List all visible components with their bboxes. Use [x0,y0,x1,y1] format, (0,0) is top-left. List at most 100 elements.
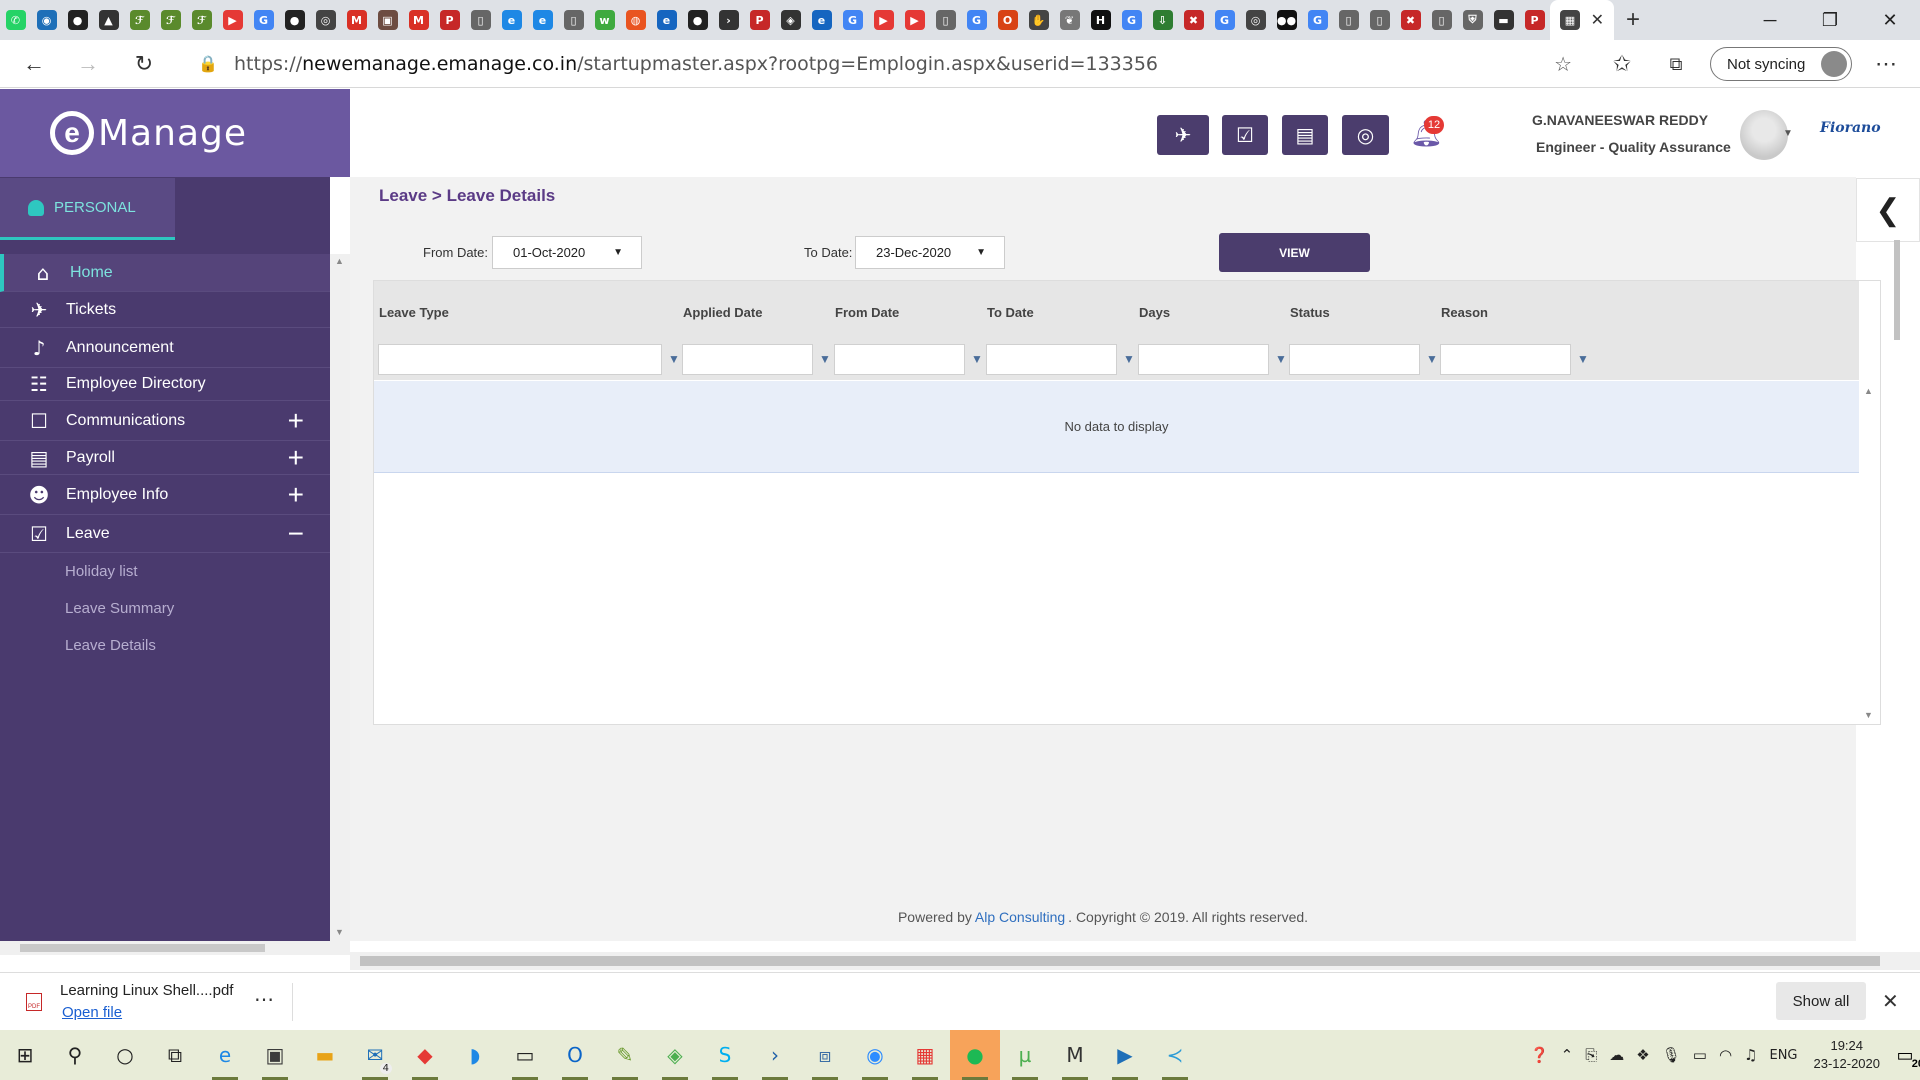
sidebar-scrollbar[interactable]: ▲ ▼ [330,254,350,941]
usb-icon[interactable]: ⎘ [1585,1046,1597,1064]
battery-icon[interactable]: ▭ [1693,1046,1707,1064]
browser-tab[interactable]: ✖ [1178,0,1209,40]
taskbar-search-button[interactable]: ⚲ [50,1030,100,1080]
scroll-down-icon[interactable]: ▼ [1864,710,1873,720]
browser-tab[interactable]: ◈ [775,0,806,40]
browser-tab[interactable]: ✆ [0,0,31,40]
column-header[interactable]: Applied Date [683,305,762,320]
page-hscrollbar[interactable] [350,952,1920,970]
page-hscroll-thumb[interactable] [360,956,1880,966]
clock[interactable]: 19:24 23-12-2020 [1814,1037,1881,1073]
taskbar-spotify-button[interactable]: ● [950,1030,1000,1080]
taskbar-outlook-button[interactable]: O [550,1030,600,1080]
refresh-icon[interactable]: ↻ [128,48,160,80]
expand-icon[interactable]: + [288,442,304,474]
filter-icon[interactable]: ▼ [1275,352,1287,366]
volume-icon[interactable]: ♫ [1744,1046,1757,1064]
browser-tab[interactable]: ℱ [186,0,217,40]
browser-tab[interactable]: O [992,0,1023,40]
to-date-picker[interactable]: 23-Dec-2020 ▼ [855,236,1005,269]
minimize-icon[interactable]: ─ [1740,0,1800,40]
microphone-icon[interactable]: 🎙︎ [1662,1046,1681,1064]
browser-tab[interactable]: ▶ [217,0,248,40]
browser-tab[interactable]: H [1085,0,1116,40]
sidebar-item-tickets[interactable]: ✈ Tickets [0,292,330,328]
column-filter-input[interactable] [1289,344,1420,375]
taskbar-mail-button[interactable]: ✉ 4 [350,1030,400,1080]
collapse-panel-button[interactable]: ❮ [1856,178,1920,242]
collections-icon[interactable]: ⧉ [1660,48,1692,80]
browser-tab[interactable]: ✖ [1395,0,1426,40]
sync-button[interactable]: Not syncing [1710,47,1852,81]
sidebar-item-employee-directory[interactable]: ☷ Employee Directory [0,368,330,401]
browser-tab[interactable]: › [713,0,744,40]
chevron-up-icon[interactable]: ⌃ [1561,1046,1574,1064]
dropdown-arrow-icon[interactable]: ▼ [976,247,986,258]
filter-icon[interactable]: ▼ [819,352,831,366]
browser-tab[interactable]: ◍ [620,0,651,40]
browser-tab[interactable]: ● [682,0,713,40]
sidebar-item-leave[interactable]: ☑ Leave − [0,515,330,553]
sidebar-item-home[interactable]: ⌂ Home [0,254,330,292]
sidebar-item-communications[interactable]: ☐ Communications + [0,401,330,441]
browser-tab[interactable]: e [527,0,558,40]
column-header[interactable]: Reason [1441,305,1488,320]
help-icon[interactable]: ❓ [1530,1046,1549,1064]
browser-tab[interactable]: e [651,0,682,40]
browser-tab[interactable]: G [248,0,279,40]
grid-scrollbar[interactable]: ▲ ▼ [1859,380,1879,724]
from-date-picker[interactable]: 01-Oct-2020 ▼ [492,236,642,269]
view-button[interactable]: VIEW [1219,233,1370,272]
browser-tab[interactable]: ●● [1271,0,1302,40]
browser-tab[interactable]: w [589,0,620,40]
filter-icon[interactable]: ▼ [1426,352,1438,366]
browser-tab[interactable]: ● [62,0,93,40]
browser-tab[interactable]: M [403,0,434,40]
browser-tab[interactable]: ▶ [868,0,899,40]
scroll-down-icon[interactable]: ▼ [335,927,344,937]
taskbar-skype-button[interactable]: S [700,1030,750,1080]
favorites-icon[interactable]: ✩ [1606,48,1638,80]
chevron-down-icon[interactable]: ▼ [1783,128,1793,139]
browser-tab[interactable]: ● [279,0,310,40]
taskbar-zoom-button[interactable]: ◉ [850,1030,900,1080]
scroll-up-icon[interactable]: ▲ [335,256,344,266]
column-header[interactable]: Days [1139,305,1170,320]
more-menu-icon[interactable]: ⋯ [1870,48,1902,80]
forward-icon[interactable]: → [72,48,104,80]
download-more-icon[interactable]: ⋯ [254,987,274,1012]
filter-icon[interactable]: ▼ [971,352,983,366]
column-filter-input[interactable] [378,344,662,375]
taskbar-video-button[interactable]: ▶ [1100,1030,1150,1080]
browser-tab[interactable]: e [496,0,527,40]
column-filter-input[interactable] [1440,344,1571,375]
browser-tab[interactable]: ⛨ [1457,0,1488,40]
browser-tab[interactable]: G [1116,0,1147,40]
browser-tab[interactable]: ◉ [31,0,62,40]
sidebar-hscrollbar[interactable] [0,941,350,955]
expand-icon[interactable]: + [288,405,304,437]
browser-tab[interactable]: ▯ [1364,0,1395,40]
taskbar-terminal-button[interactable]: ▭ [500,1030,550,1080]
browser-tab[interactable]: ▯ [930,0,961,40]
submenu-item-holiday-list[interactable]: Holiday list [0,553,330,590]
taskbar-sourcetree-button[interactable]: ◗ [450,1030,500,1080]
taskbar-task-view-button[interactable]: ⧉ [150,1030,200,1080]
tickets-shortcut-button[interactable]: ✈ [1157,115,1209,155]
column-header[interactable]: Status [1290,305,1330,320]
browser-tab[interactable]: G [1302,0,1333,40]
browser-tab[interactable]: G [1209,0,1240,40]
dropdown-arrow-icon[interactable]: ▼ [613,247,623,258]
browser-tab[interactable]: ▣ [372,0,403,40]
filter-icon[interactable]: ▼ [1577,352,1589,366]
cloud-icon[interactable]: ☁ [1609,1046,1624,1064]
open-file-link[interactable]: Open file [62,1004,122,1021]
page-scrollbar-thumb[interactable] [1894,240,1900,340]
browser-tab[interactable]: ✋ [1023,0,1054,40]
taskbar-git-button[interactable]: ◆ [400,1030,450,1080]
taskbar-edge-button[interactable]: e [200,1030,250,1080]
browser-tab[interactable]: P [744,0,775,40]
browser-tab[interactable]: ▶ [899,0,930,40]
browser-tab[interactable]: ◎ [1240,0,1271,40]
browser-tab[interactable]: e [806,0,837,40]
